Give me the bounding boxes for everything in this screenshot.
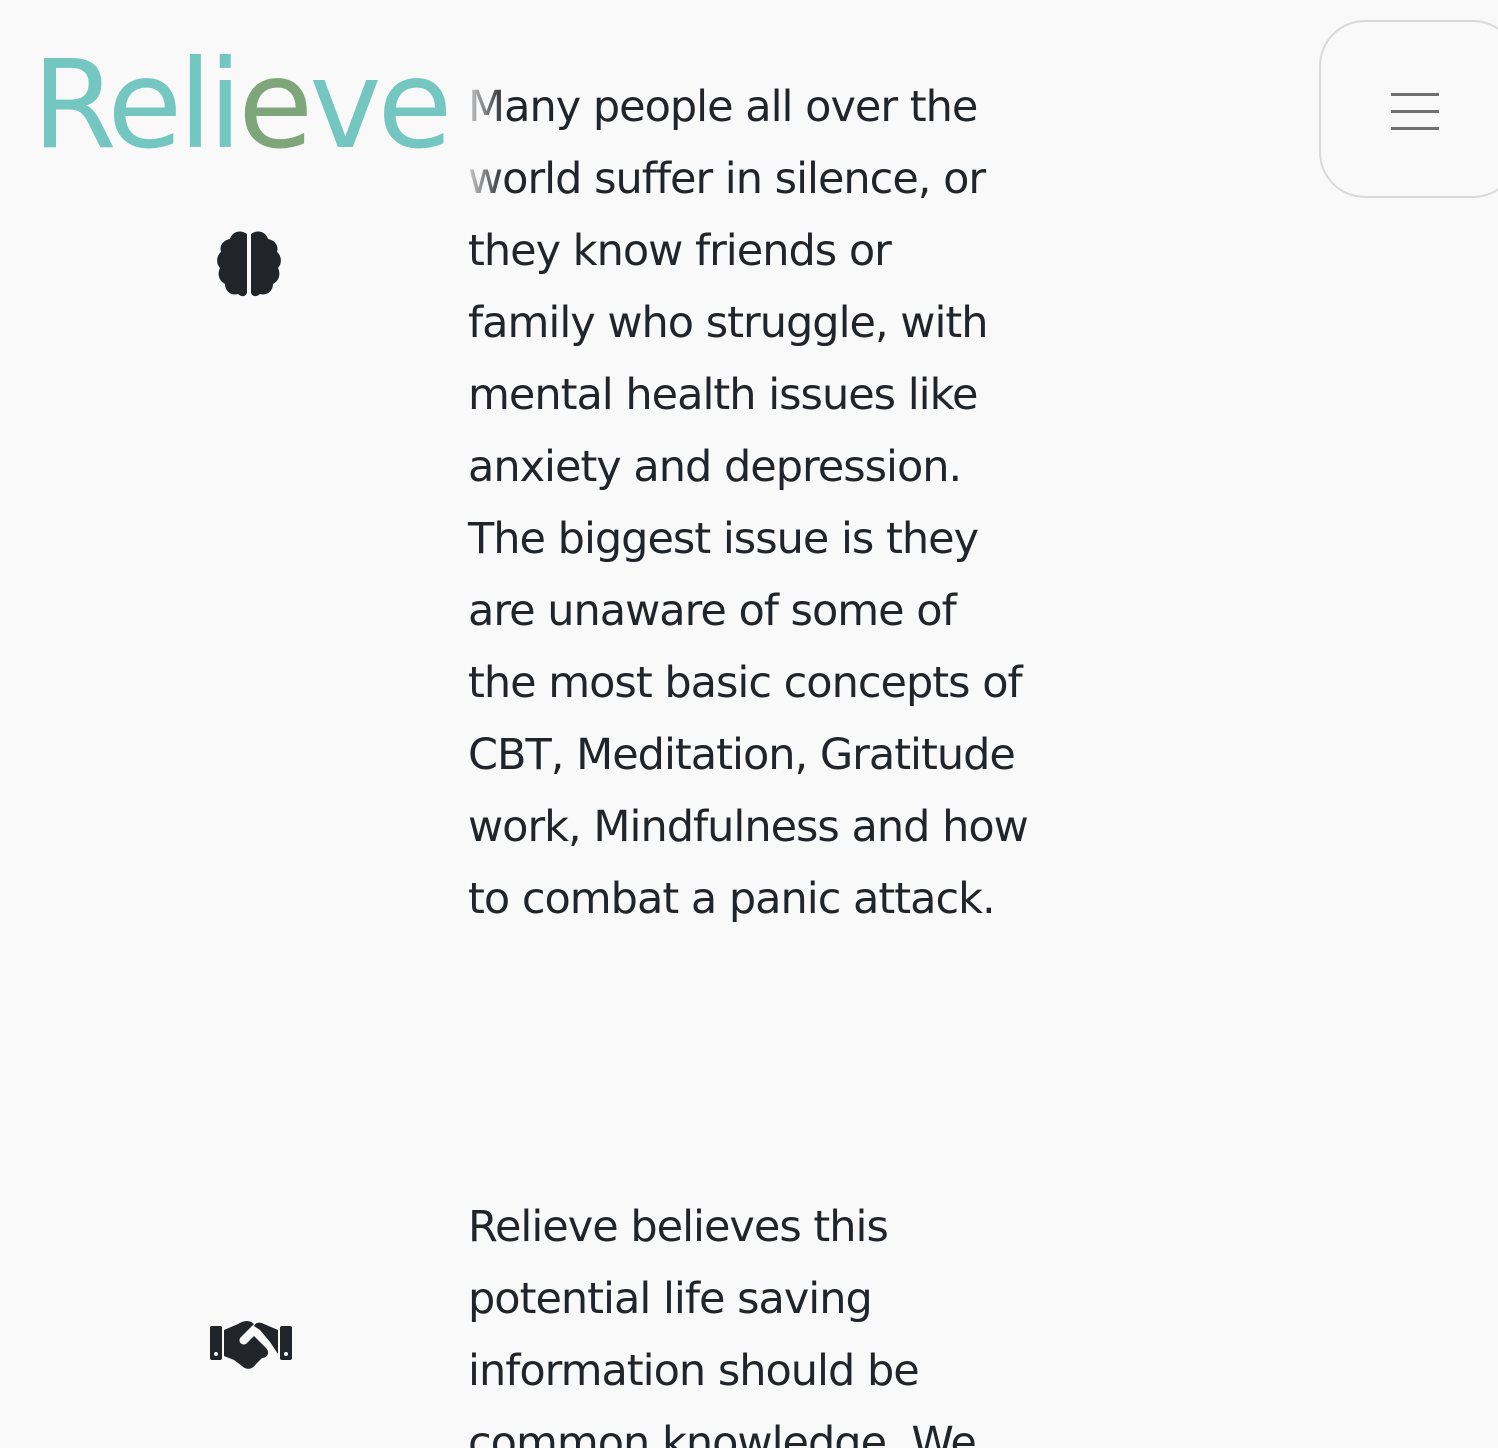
hamburger-menu-icon-bar bbox=[1391, 127, 1439, 130]
handshake-icon bbox=[210, 1321, 292, 1369]
hamburger-menu-icon-bar bbox=[1391, 110, 1439, 113]
menu-toggle-button[interactable] bbox=[1319, 20, 1498, 198]
intro-paragraph: Many people all over the world suffer in… bbox=[468, 82, 1029, 924]
site-logo[interactable]: Relieve bbox=[32, 30, 452, 180]
logo-text-part: Reli bbox=[32, 34, 242, 176]
logo-text-part: ve bbox=[309, 34, 452, 176]
mission-paragraph: Relieve believes this potential life sav… bbox=[468, 1202, 977, 1448]
brain-icon bbox=[217, 231, 281, 297]
hamburger-menu-icon bbox=[1391, 93, 1439, 96]
logo-text-accent: e bbox=[238, 34, 313, 176]
